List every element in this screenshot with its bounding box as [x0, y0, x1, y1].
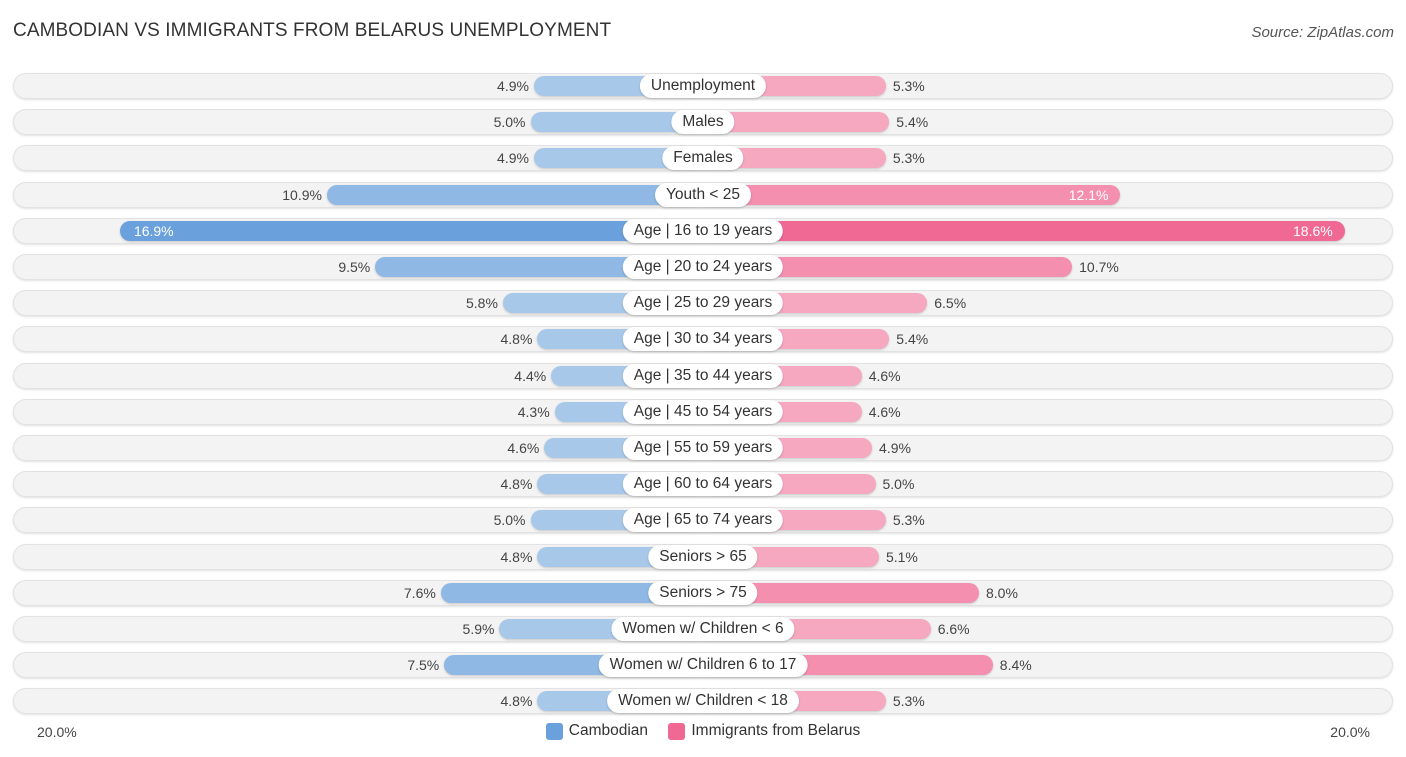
value-label-cambodian: 10.9%: [282, 187, 322, 203]
category-label: Age | 55 to 59 years: [622, 436, 784, 460]
category-label: Age | 30 to 34 years: [622, 327, 784, 351]
category-label: Seniors > 65: [648, 545, 758, 569]
value-label-belarus: 5.3%: [892, 693, 925, 709]
bar-belarus[interactable]: [703, 221, 1345, 241]
value-label-belarus: 18.6%: [1293, 223, 1333, 239]
legend: Cambodian Immigrants from Belarus: [0, 722, 1406, 745]
value-label-belarus: 5.0%: [882, 476, 915, 492]
value-label-belarus: 5.3%: [892, 78, 925, 94]
bar-cambodian[interactable]: [119, 221, 703, 241]
category-label: Unemployment: [639, 74, 767, 98]
value-label-belarus: 5.1%: [885, 549, 918, 565]
value-label-cambodian: 16.9%: [133, 223, 174, 239]
value-label-cambodian: 5.8%: [465, 295, 498, 311]
legend-label-cambodian: Cambodian: [568, 722, 649, 739]
value-label-belarus: 5.3%: [892, 150, 925, 166]
value-label-cambodian: 4.9%: [497, 150, 529, 166]
value-label-cambodian: 7.5%: [407, 657, 440, 673]
value-label-cambodian: 5.0%: [493, 114, 526, 130]
value-label-cambodian: 4.3%: [517, 404, 550, 420]
legend-swatch-belarus: [668, 722, 686, 740]
value-label-belarus: 8.0%: [986, 585, 1018, 601]
chart-area: 4.9% 5.3% Unemployment 5.0% 5.4% Males 4.9% 5.3…: [0, 0, 1406, 757]
legend-item-belarus[interactable]: Immigrants from Belarus: [668, 722, 860, 740]
legend-item-cambodian[interactable]: Cambodian: [545, 722, 649, 740]
value-label-cambodian: 4.6%: [507, 440, 540, 456]
category-label: Women w/ Children < 18: [607, 689, 799, 713]
value-label-cambodian: 7.6%: [403, 585, 436, 601]
category-label: Age | 35 to 44 years: [622, 364, 784, 388]
bar-belarus[interactable]: [703, 185, 1121, 205]
value-label-belarus: 5.3%: [892, 512, 925, 528]
value-label-cambodian: 9.5%: [338, 259, 371, 275]
value-label-cambodian: 4.8%: [500, 693, 533, 709]
category-label: Women w/ Children < 6: [611, 617, 795, 641]
value-label-belarus: 5.4%: [896, 331, 929, 347]
category-label: Age | 45 to 54 years: [622, 400, 784, 424]
legend-label-belarus: Immigrants from Belarus: [691, 722, 861, 739]
category-label: Males: [671, 110, 735, 134]
category-label: Age | 65 to 74 years: [622, 508, 784, 532]
value-label-belarus: 4.6%: [868, 368, 901, 384]
category-label: Women w/ Children 6 to 17: [598, 653, 808, 677]
value-label-cambodian: 5.0%: [493, 512, 526, 528]
category-label: Age | 20 to 24 years: [622, 255, 784, 279]
value-label-cambodian: 4.8%: [500, 476, 533, 492]
value-label-belarus: 4.9%: [879, 440, 911, 456]
value-label-cambodian: 4.8%: [500, 331, 533, 347]
value-label-cambodian: 4.4%: [514, 368, 547, 384]
bar-cambodian[interactable]: [326, 185, 703, 205]
category-label: Seniors > 75: [648, 581, 758, 605]
value-label-cambodian: 4.8%: [500, 549, 533, 565]
value-label-belarus: 5.4%: [896, 114, 929, 130]
value-label-cambodian: 4.9%: [497, 78, 529, 94]
value-label-belarus: 4.6%: [868, 404, 901, 420]
value-label-belarus: 12.1%: [1068, 187, 1109, 203]
legend-swatch-cambodian: [545, 722, 563, 740]
category-label: Age | 16 to 19 years: [622, 219, 784, 243]
value-label-belarus: 10.7%: [1079, 259, 1119, 275]
category-label: Youth < 25: [655, 183, 751, 207]
value-label-belarus: 6.6%: [937, 621, 970, 637]
value-label-belarus: 6.5%: [934, 295, 967, 311]
value-label-cambodian: 5.9%: [462, 621, 495, 637]
category-label: Age | 25 to 29 years: [622, 291, 784, 315]
category-label: Age | 60 to 64 years: [622, 472, 784, 496]
value-label-belarus: 8.4%: [999, 657, 1032, 673]
category-label: Females: [662, 146, 744, 170]
